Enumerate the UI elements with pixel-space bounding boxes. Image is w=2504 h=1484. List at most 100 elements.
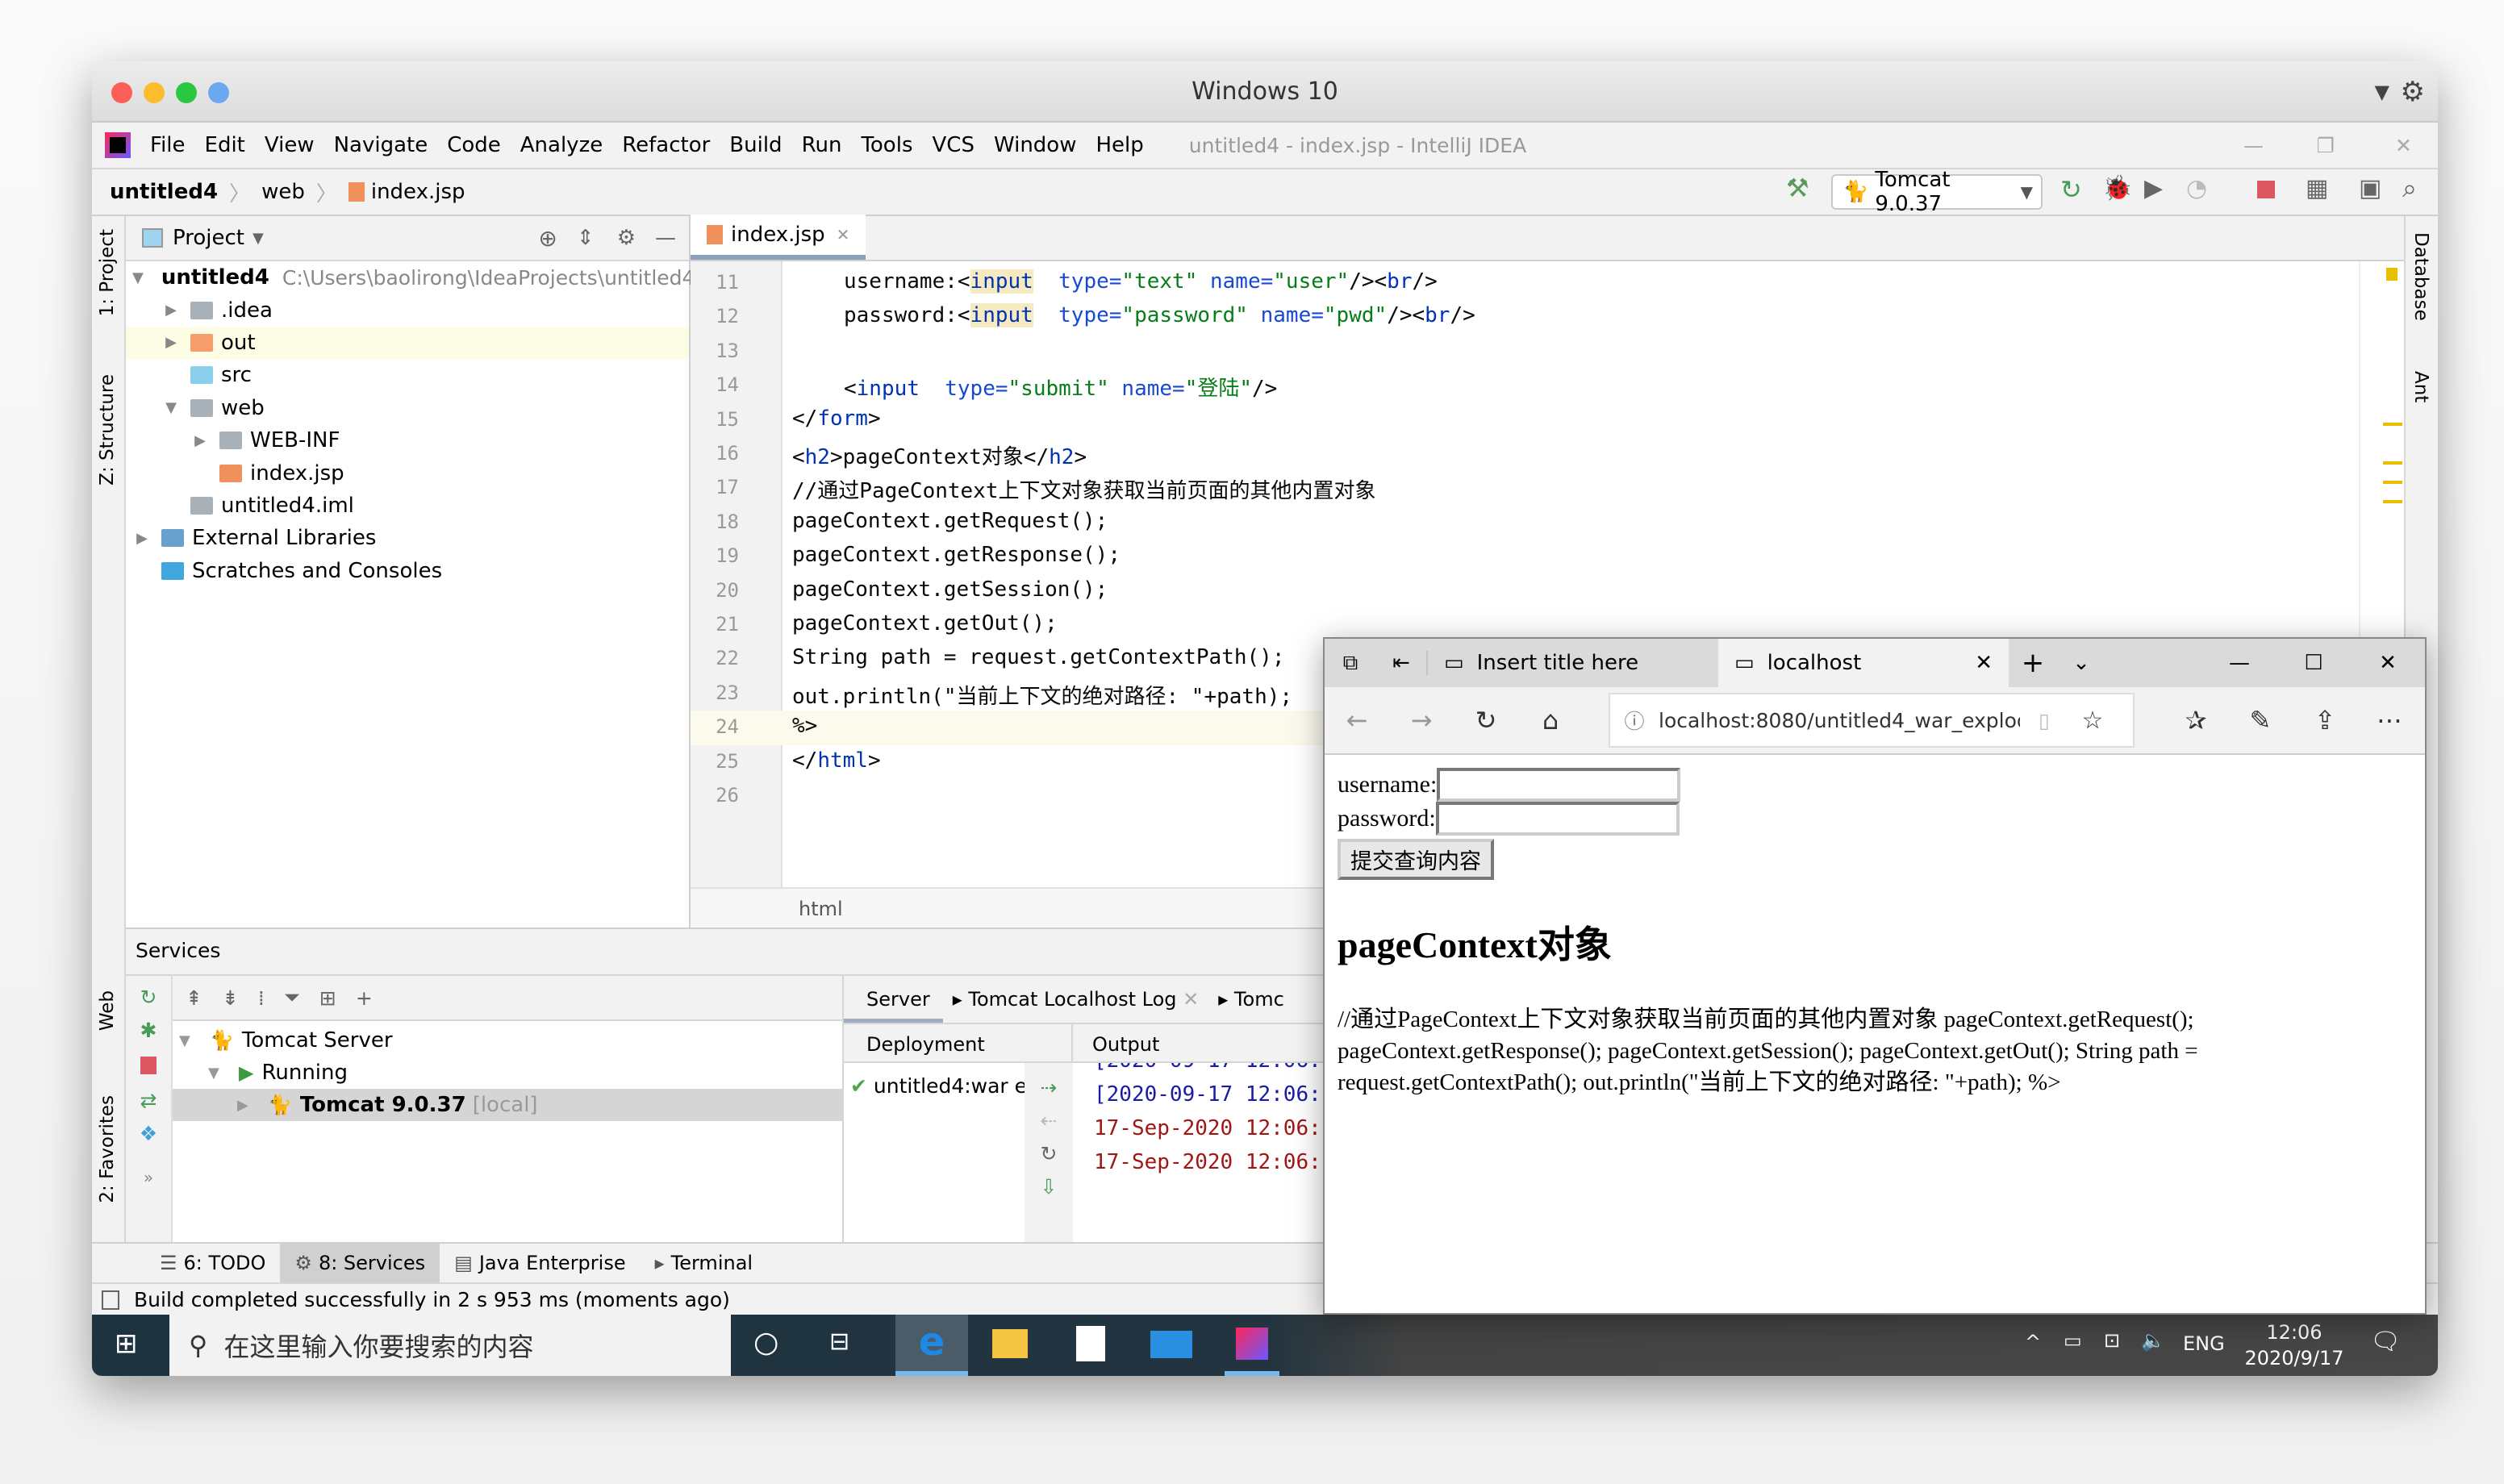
build-hammer-icon[interactable]: ⚒: [1786, 173, 1809, 203]
cortana-icon[interactable]: ○: [753, 1326, 778, 1359]
menu-help[interactable]: Help: [1096, 133, 1143, 157]
group-icon[interactable]: ⁞: [258, 986, 265, 1010]
tree-item[interactable]: untitled4.iml: [126, 490, 689, 522]
tool-favorites-tab[interactable]: 2: Favorites: [97, 1095, 118, 1203]
collapsed-arrow-icon[interactable]: ▶: [132, 530, 152, 547]
close-button[interactable]: ✕: [2351, 651, 2425, 675]
more-icon[interactable]: »: [126, 1168, 171, 1187]
bottom-tab-services[interactable]: ⚙ 8: Services: [280, 1243, 440, 1283]
deploy-icon[interactable]: ⇢: [1025, 1076, 1073, 1099]
breadcrumb-file[interactable]: index.jsp: [371, 180, 465, 204]
collapsed-arrow-icon[interactable]: ▶: [161, 334, 181, 351]
tree-item[interactable]: ▼ untitled4 C:\Users\baolirong\IdeaProject…: [126, 261, 695, 294]
web-note-icon[interactable]: ✎: [2228, 705, 2293, 736]
tree-item[interactable]: ▶ WEB-INF: [126, 424, 689, 456]
bottom-tab-todo[interactable]: ☰ 6: TODO: [145, 1243, 280, 1283]
tray-chevron-icon[interactable]: ^: [2025, 1331, 2041, 1353]
expanded-arrow-icon[interactable]: ▼: [132, 269, 144, 286]
battery-icon[interactable]: ▭: [2064, 1329, 2082, 1352]
service-item[interactable]: ▼ 🐈 Tomcat Server: [173, 1024, 842, 1057]
stop-icon[interactable]: [2257, 181, 2275, 198]
username-input[interactable]: [1437, 768, 1681, 802]
close-tab-icon[interactable]: ✕: [1975, 651, 1993, 675]
layout-icon[interactable]: [102, 1290, 119, 1310]
reading-view-icon[interactable]: ▯: [2020, 709, 2068, 732]
profile-icon[interactable]: ◔: [2186, 174, 2207, 202]
menu-window[interactable]: Window: [994, 133, 1077, 157]
taskbar-edge[interactable]: e: [895, 1315, 968, 1376]
expand-all-icon[interactable]: ⇞: [186, 986, 202, 1010]
artifact-icon[interactable]: ❖: [126, 1122, 171, 1145]
taskbar-search[interactable]: ⚲ 在这里输入你要搜索的内容: [169, 1315, 731, 1376]
project-structure-icon[interactable]: ▦: [2306, 174, 2328, 202]
run-anything-icon[interactable]: ▣: [2359, 174, 2381, 202]
collapsed-arrow-icon[interactable]: ▶: [237, 1097, 260, 1114]
maximize-button[interactable]: ☐: [2277, 651, 2351, 675]
expanded-arrow-icon[interactable]: ▼: [208, 1065, 231, 1082]
set-aside-tabs-icon[interactable]: ⇤: [1376, 651, 1428, 675]
menu-tools[interactable]: Tools: [861, 133, 912, 157]
rerun-icon[interactable]: ↻: [126, 986, 171, 1009]
browser-tab-localhost[interactable]: ▭ localhost ✕: [1718, 639, 2009, 687]
collapse-all-icon[interactable]: ⇕: [577, 226, 595, 250]
mail-icon[interactable]: [1150, 1331, 1192, 1358]
hide-icon[interactable]: —: [655, 226, 676, 250]
share-icon[interactable]: ⇪: [2293, 705, 2357, 736]
collapsed-arrow-icon[interactable]: ▶: [190, 432, 210, 449]
tab-actions-icon[interactable]: ⧉: [1325, 651, 1376, 676]
chevron-down-icon[interactable]: ▼: [252, 230, 264, 247]
breadcrumb-project[interactable]: untitled4: [110, 180, 218, 204]
menu-file[interactable]: File: [150, 133, 186, 157]
tool-project-tab[interactable]: 1: Project: [97, 229, 118, 316]
refresh-icon[interactable]: ↻: [1025, 1142, 1073, 1165]
menu-build[interactable]: Build: [729, 133, 782, 157]
expanded-arrow-icon[interactable]: ▼: [161, 399, 181, 416]
tree-item[interactable]: Scratches and Consoles: [126, 555, 689, 587]
deploy-icon[interactable]: ⇄: [126, 1089, 171, 1112]
tab-preview-chevron-icon[interactable]: ⌄: [2057, 651, 2105, 675]
menu-edit[interactable]: Edit: [205, 133, 245, 157]
tree-item[interactable]: ▶ out: [126, 326, 689, 360]
tree-item[interactable]: ▶ External Libraries: [126, 522, 689, 554]
address-bar[interactable]: ⓘ localhost:8080/untitled4_war_explodec …: [1609, 693, 2135, 748]
windows-start-icon[interactable]: ⊞: [115, 1328, 138, 1360]
menu-analyze[interactable]: Analyze: [520, 133, 603, 157]
menu-run[interactable]: Run: [802, 133, 842, 157]
favorite-star-icon[interactable]: ☆: [2068, 707, 2117, 735]
breadcrumb-web[interactable]: web: [261, 180, 305, 204]
home-icon[interactable]: ⌂: [1518, 705, 1583, 736]
rerun-icon[interactable]: ↻: [2060, 174, 2082, 205]
collapsed-arrow-icon[interactable]: ▶: [161, 302, 181, 319]
deployment-item[interactable]: ✔ untitled4:war ex: [850, 1074, 1025, 1098]
menu-view[interactable]: View: [265, 133, 315, 157]
tab-server[interactable]: Server: [844, 976, 943, 1023]
store-icon[interactable]: [1076, 1326, 1105, 1361]
gear-icon[interactable]: ⚙: [617, 226, 636, 250]
collapse-all-icon[interactable]: ⇟: [222, 986, 239, 1010]
browser-tab-insert-title[interactable]: ▭ Insert title here: [1428, 639, 1718, 687]
close-tab-icon[interactable]: ✕: [837, 225, 850, 244]
menu-navigate[interactable]: Navigate: [334, 133, 428, 157]
close-tab-icon[interactable]: ✕: [1183, 988, 1199, 1011]
stop-icon[interactable]: [140, 1057, 156, 1074]
input-language[interactable]: ENG: [2183, 1332, 2225, 1355]
tool-structure-tab[interactable]: Z: Structure: [97, 374, 118, 486]
editor-tab-index-jsp[interactable]: index.jsp ✕: [691, 215, 866, 260]
tree-item[interactable]: src: [126, 359, 689, 391]
download-icon[interactable]: ⇩: [1025, 1175, 1073, 1198]
zoom-button[interactable]: [176, 82, 197, 103]
run-config-select[interactable]: 🐈 Tomcat 9.0.37 ▼: [1831, 168, 2043, 216]
tool-ant-tab[interactable]: Ant: [2410, 371, 2431, 402]
tree-item[interactable]: ▼ web: [126, 392, 689, 424]
extra-button[interactable]: [208, 82, 229, 103]
menu-vcs[interactable]: VCS: [933, 133, 974, 157]
file-explorer-icon[interactable]: [992, 1329, 1028, 1358]
tree-item[interactable]: index.jsp: [126, 456, 689, 489]
new-pin-icon[interactable]: ⊞: [319, 986, 336, 1010]
win-restore-button[interactable]: ❐: [2317, 134, 2335, 157]
minimize-button[interactable]: [144, 82, 165, 103]
menu-code[interactable]: Code: [447, 133, 501, 157]
clock[interactable]: 12:06 2020/9/17: [2238, 1319, 2351, 1371]
add-icon[interactable]: +: [356, 986, 373, 1010]
undeploy-icon[interactable]: ⇠: [1025, 1109, 1073, 1132]
